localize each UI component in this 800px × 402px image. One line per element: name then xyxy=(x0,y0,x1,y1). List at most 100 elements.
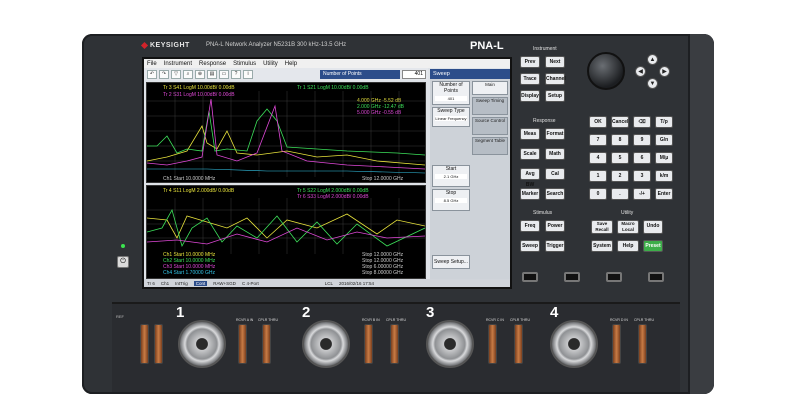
menu-file[interactable]: File xyxy=(147,61,157,67)
start-button[interactable]: Start 2.1 GHz xyxy=(432,165,470,187)
trigger-key[interactable]: Trigger xyxy=(545,240,565,252)
key-dot[interactable]: . xyxy=(611,188,629,200)
channel-key[interactable]: Channel xyxy=(545,73,566,85)
rotary-knob[interactable] xyxy=(587,52,625,90)
key-sign[interactable]: -/+ xyxy=(633,188,651,200)
redo-icon[interactable]: ↷ xyxy=(159,69,169,79)
power-button[interactable]: ⏻ xyxy=(117,256,129,268)
key-2[interactable]: 2 xyxy=(611,170,629,182)
menu-stimulus[interactable]: Stimulus xyxy=(233,61,256,67)
status-bar: Tr 6 Ch1 IntTrig Cont RAW+SGD C 4-Port L… xyxy=(144,279,510,287)
macro-local-key[interactable]: Macro Local xyxy=(617,220,639,234)
key-7[interactable]: 7 xyxy=(589,134,607,146)
marker-icon[interactable]: ▽ xyxy=(171,69,181,79)
key-1[interactable]: 1 xyxy=(589,170,607,182)
port-3-connector[interactable] xyxy=(426,320,474,368)
math-key[interactable]: Math xyxy=(545,148,565,160)
btn-value: Linear Frequency xyxy=(435,116,467,121)
menu-instrument[interactable]: Instrument xyxy=(164,61,192,67)
arrow-up-icon[interactable]: ▲ xyxy=(647,54,658,65)
coax-jumper[interactable] xyxy=(140,324,149,364)
usb-port[interactable] xyxy=(522,272,538,282)
stop-button[interactable]: Stop 8.5 GHz xyxy=(432,189,470,211)
info-icon[interactable]: i xyxy=(243,69,253,79)
enter-key[interactable]: Enter xyxy=(655,188,673,200)
arrow-right-icon[interactable]: ▶ xyxy=(659,66,670,77)
system-key[interactable]: System xyxy=(591,240,613,252)
menu-utility[interactable]: Utility xyxy=(263,61,278,67)
power-key[interactable]: Power xyxy=(545,220,565,232)
tab-sweep-timing[interactable]: Sweep Timing xyxy=(472,97,508,115)
key-0[interactable]: 0 xyxy=(589,188,607,200)
key-5[interactable]: 5 xyxy=(611,152,629,164)
setup-key[interactable]: Setup xyxy=(545,90,565,102)
undo-key[interactable]: Undo xyxy=(643,220,663,234)
number-of-points-field[interactable]: 401 xyxy=(402,70,426,79)
help-key[interactable]: Help xyxy=(617,240,639,252)
coax-jumper[interactable] xyxy=(364,324,373,364)
search-icon[interactable]: ⌕ xyxy=(183,69,193,79)
usb-port[interactable] xyxy=(606,272,622,282)
search-key[interactable]: Search xyxy=(545,188,565,200)
freq-key[interactable]: Freq xyxy=(520,220,540,232)
ok-key[interactable]: OK xyxy=(589,116,607,128)
btn-label: Number of Points xyxy=(439,82,463,94)
coax-jumper[interactable] xyxy=(638,324,647,364)
tab-source-control[interactable]: Source Control xyxy=(472,117,508,135)
zoom-icon[interactable]: ⊕ xyxy=(195,69,205,79)
coax-jumper[interactable] xyxy=(488,324,497,364)
plot-window-2[interactable]: Tr 4 S11 LogM 2.000dB/ 0.00dB Tr 5 S22 L… xyxy=(146,185,426,279)
preset-key[interactable]: Preset xyxy=(643,240,663,252)
marker-key[interactable]: Marker xyxy=(520,188,540,200)
help-icon[interactable]: ? xyxy=(231,69,241,79)
port-2-connector[interactable] xyxy=(302,320,350,368)
display-key[interactable]: Display xyxy=(520,90,540,102)
trace-key[interactable]: Trace xyxy=(520,73,540,85)
arrow-down-icon[interactable]: ▼ xyxy=(647,78,658,89)
undo-icon[interactable]: ↶ xyxy=(147,69,157,79)
print-icon[interactable]: ▤ xyxy=(207,69,217,79)
t-p-key[interactable]: T/p xyxy=(655,116,673,128)
tab-segment-table[interactable]: Segment Table xyxy=(472,137,508,155)
sweep-setup-button[interactable]: Sweep Setup... xyxy=(432,255,470,269)
meas-key[interactable]: Meas xyxy=(520,128,540,140)
arrow-left-icon[interactable]: ◀ xyxy=(635,66,646,77)
cal-key[interactable]: Cal xyxy=(545,168,565,180)
save-recall-key[interactable]: Save Recall xyxy=(591,220,613,234)
number-of-points-button[interactable]: Number of Points 401 xyxy=(432,81,470,105)
backspace-key[interactable]: ⌫ xyxy=(633,116,651,128)
coax-jumper[interactable] xyxy=(514,324,523,364)
key-6[interactable]: 6 xyxy=(633,152,651,164)
menu-response[interactable]: Response xyxy=(199,61,226,67)
plot-window-1[interactable]: Tr 3 S41 LogM 10.00dB/ 0.00dB Tr 1 S21 L… xyxy=(146,82,426,183)
key-9[interactable]: 9 xyxy=(633,134,651,146)
prev-key[interactable]: Prev xyxy=(520,56,540,68)
sweep-type-button[interactable]: Sweep Type Linear Frequency xyxy=(432,107,470,127)
next-key[interactable]: Next xyxy=(545,56,565,68)
sweep-key[interactable]: Sweep xyxy=(520,240,540,252)
cancel-key[interactable]: Cancel xyxy=(611,116,629,128)
format-key[interactable]: Format xyxy=(545,128,565,140)
coax-jumper[interactable] xyxy=(390,324,399,364)
usb-port[interactable] xyxy=(648,272,664,282)
port-4-connector[interactable] xyxy=(550,320,598,368)
m-u-key[interactable]: M/μ xyxy=(655,152,673,164)
key-4[interactable]: 4 xyxy=(589,152,607,164)
folder-icon[interactable]: ▭ xyxy=(219,69,229,79)
tab-main[interactable]: Main xyxy=(472,81,508,95)
coax-jumper[interactable] xyxy=(262,324,271,364)
coax-jumper[interactable] xyxy=(612,324,621,364)
avg-bw-key[interactable]: Avg BW xyxy=(520,168,540,188)
scale-key[interactable]: Scale xyxy=(520,148,540,160)
coax-jumper[interactable] xyxy=(238,324,247,364)
port-1-connector[interactable] xyxy=(178,320,226,368)
k-m-key[interactable]: k/m xyxy=(655,170,673,182)
g-n-key[interactable]: G/n xyxy=(655,134,673,146)
top-brand-bar: KEYSIGHT PNA-L Network Analyzer N5231B 3… xyxy=(140,40,508,54)
coax-jumper[interactable] xyxy=(154,324,163,364)
usb-port[interactable] xyxy=(564,272,580,282)
trace-label-tr4[interactable]: Tr 4 S11 LogM 2.000dB/ 0.00dB xyxy=(163,188,234,194)
menu-help[interactable]: Help xyxy=(285,61,297,67)
key-8[interactable]: 8 xyxy=(611,134,629,146)
key-3[interactable]: 3 xyxy=(633,170,651,182)
